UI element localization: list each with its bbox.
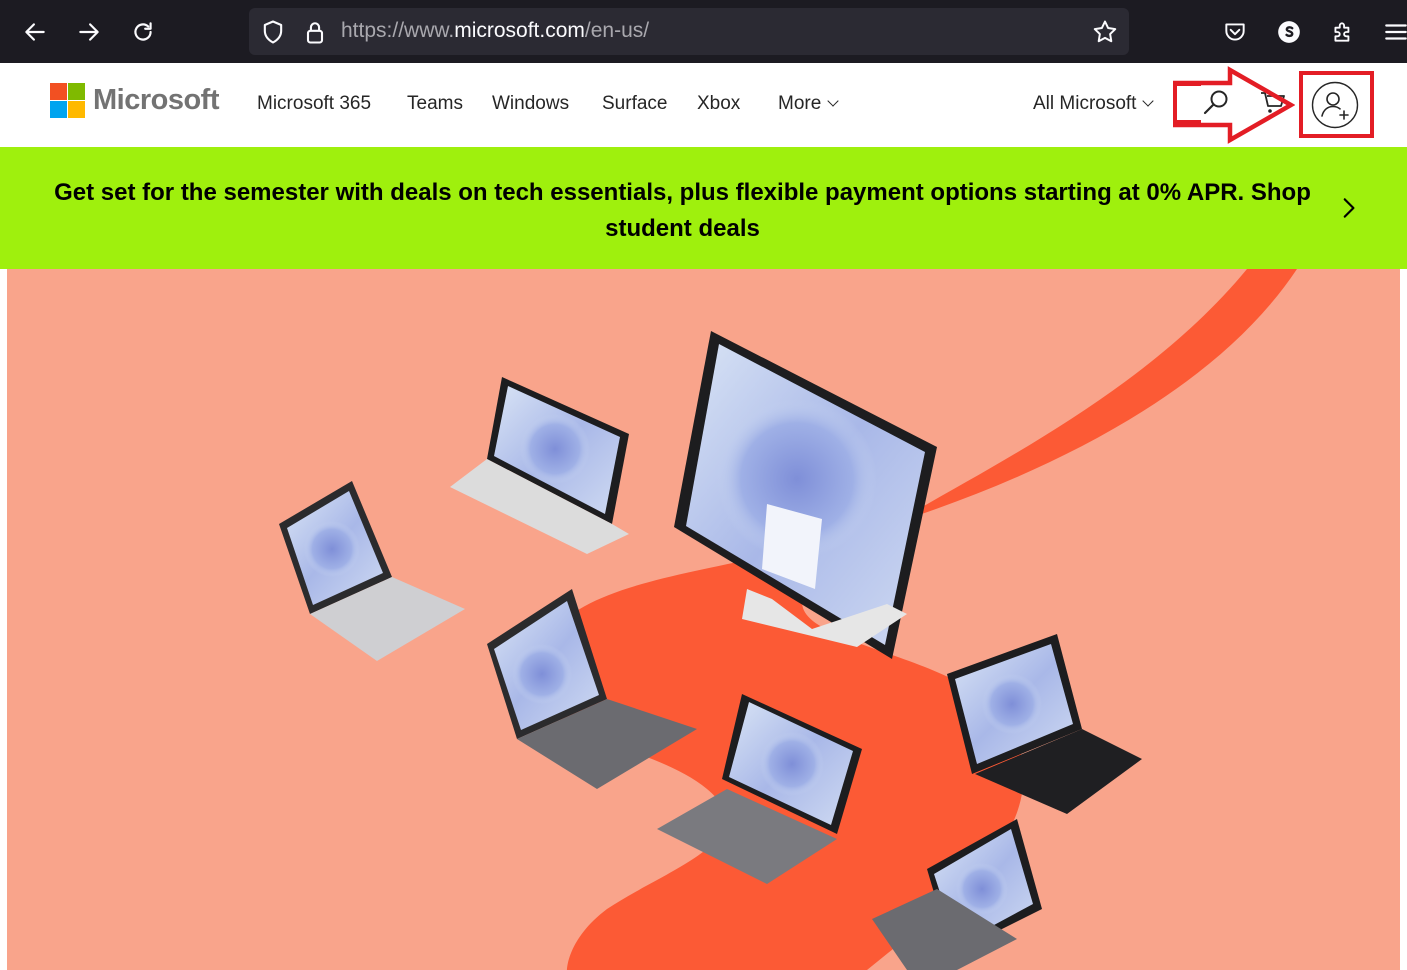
pocket-button[interactable] <box>1215 12 1255 52</box>
logo-text: Microsoft <box>93 84 220 116</box>
microsoft-logo[interactable]: Microsoft <box>50 83 220 118</box>
reload-icon <box>134 22 152 41</box>
lock-icon[interactable] <box>301 18 329 46</box>
menu-button[interactable] <box>1376 12 1407 52</box>
back-button[interactable] <box>15 12 55 52</box>
url-text[interactable]: https://www.microsoft.com/en-us/ <box>341 19 649 43</box>
annotation-arrow-icon <box>1173 66 1295 144</box>
forward-button[interactable] <box>69 12 109 52</box>
chevron-down-icon <box>1142 95 1155 107</box>
firefox-account-icon <box>1278 21 1300 43</box>
surface-laptop-go-device <box>279 481 465 661</box>
extensions-puzzle-icon <box>1334 22 1350 42</box>
nav-xbox[interactable]: Xbox <box>697 93 740 115</box>
nav-more-label: More <box>778 93 822 114</box>
back-arrow-icon <box>25 23 45 41</box>
nav-more[interactable]: More <box>778 93 839 115</box>
surface-laptop-studio-device <box>450 377 629 554</box>
hero-illustration <box>279 269 1297 970</box>
microsoft-logo-icon <box>50 83 85 118</box>
browser-toolbar: https://www.microsoft.com/en-us/ <box>0 0 1407 63</box>
pocket-icon <box>1225 23 1245 41</box>
nav-surface[interactable]: Surface <box>602 93 667 115</box>
url-path: /en-us/ <box>584 19 650 42</box>
promo-banner[interactable]: Get set for the semester with deals on t… <box>0 147 1407 269</box>
tracking-protection-shield-icon[interactable] <box>259 18 287 46</box>
url-prefix: https://www. <box>341 19 455 42</box>
url-domain: microsoft.com <box>454 19 585 42</box>
nav-microsoft-365[interactable]: Microsoft 365 <box>257 93 371 115</box>
nav-teams[interactable]: Teams <box>407 93 463 115</box>
forward-arrow-icon <box>79 23 99 41</box>
chevron-down-icon <box>827 95 839 107</box>
site-header: Microsoft Microsoft 365 Teams Windows Su… <box>0 63 1407 147</box>
all-microsoft-label: All Microsoft <box>1033 93 1137 114</box>
account-button[interactable] <box>1269 12 1309 52</box>
hero-image[interactable] <box>7 269 1400 970</box>
hamburger-menu-icon <box>1385 24 1407 40</box>
url-bar[interactable]: https://www.microsoft.com/en-us/ <box>249 8 1129 55</box>
all-microsoft-menu[interactable]: All Microsoft <box>1033 93 1155 115</box>
bookmark-star-icon[interactable] <box>1091 18 1119 46</box>
extensions-button[interactable] <box>1323 12 1363 52</box>
reload-button[interactable] <box>123 12 163 52</box>
add-account-icon[interactable] <box>1311 81 1359 129</box>
banner-text[interactable]: Get set for the semester with deals on t… <box>30 175 1335 247</box>
swoosh-shape <box>533 269 1297 970</box>
nav-windows[interactable]: Windows <box>492 93 569 115</box>
chevron-right-icon[interactable] <box>1335 195 1361 221</box>
